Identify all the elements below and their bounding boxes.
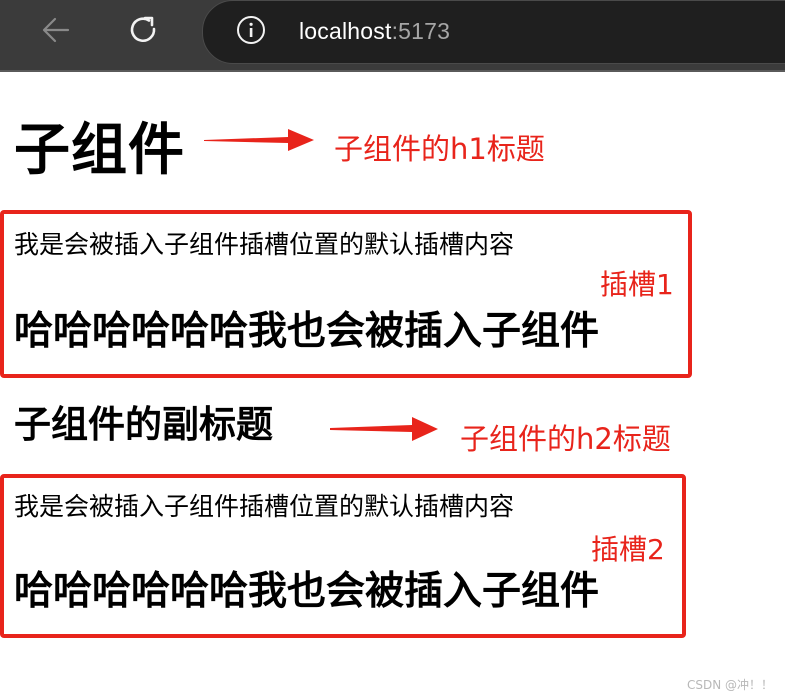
slot1-inserted-text: 哈哈哈哈哈哈我也会被插入子组件 bbox=[14, 309, 600, 354]
slot1-default-text: 我是会被插入子组件插槽位置的默认插槽内容 bbox=[14, 230, 515, 259]
annotation-arrow-h1 bbox=[204, 129, 314, 151]
back-arrow-icon bbox=[42, 17, 70, 43]
h1-annotation-label: 子组件的h1标题 bbox=[334, 132, 545, 166]
slot2-annotation-label: 插槽2 bbox=[591, 533, 665, 566]
reload-button[interactable] bbox=[124, 10, 164, 50]
url-text[interactable]: localhost:5173 bbox=[299, 15, 450, 47]
watermark: CSDN @冲！！ bbox=[686, 678, 773, 692]
slot2-default-text: 我是会被插入子组件插槽位置的默认插槽内容 bbox=[14, 492, 515, 521]
slot1-annotation-label: 插槽1 bbox=[600, 268, 674, 301]
reload-icon bbox=[130, 16, 156, 43]
back-button[interactable] bbox=[36, 10, 76, 50]
annotation-arrow-h2 bbox=[330, 417, 438, 441]
url-host: localhost bbox=[299, 18, 392, 44]
url-port: :5173 bbox=[391, 18, 451, 44]
child-h1-title: 子组件 bbox=[14, 118, 185, 183]
info-icon[interactable] bbox=[236, 15, 266, 45]
h2-annotation-label: 子组件的h2标题 bbox=[460, 422, 671, 456]
child-h2-title: 子组件的副标题 bbox=[14, 403, 273, 446]
slot2-inserted-text: 哈哈哈哈哈哈我也会被插入子组件 bbox=[14, 569, 600, 614]
address-bar[interactable]: localhost:5173 bbox=[202, 0, 785, 64]
browser-toolbar: localhost:5173 bbox=[0, 0, 785, 72]
